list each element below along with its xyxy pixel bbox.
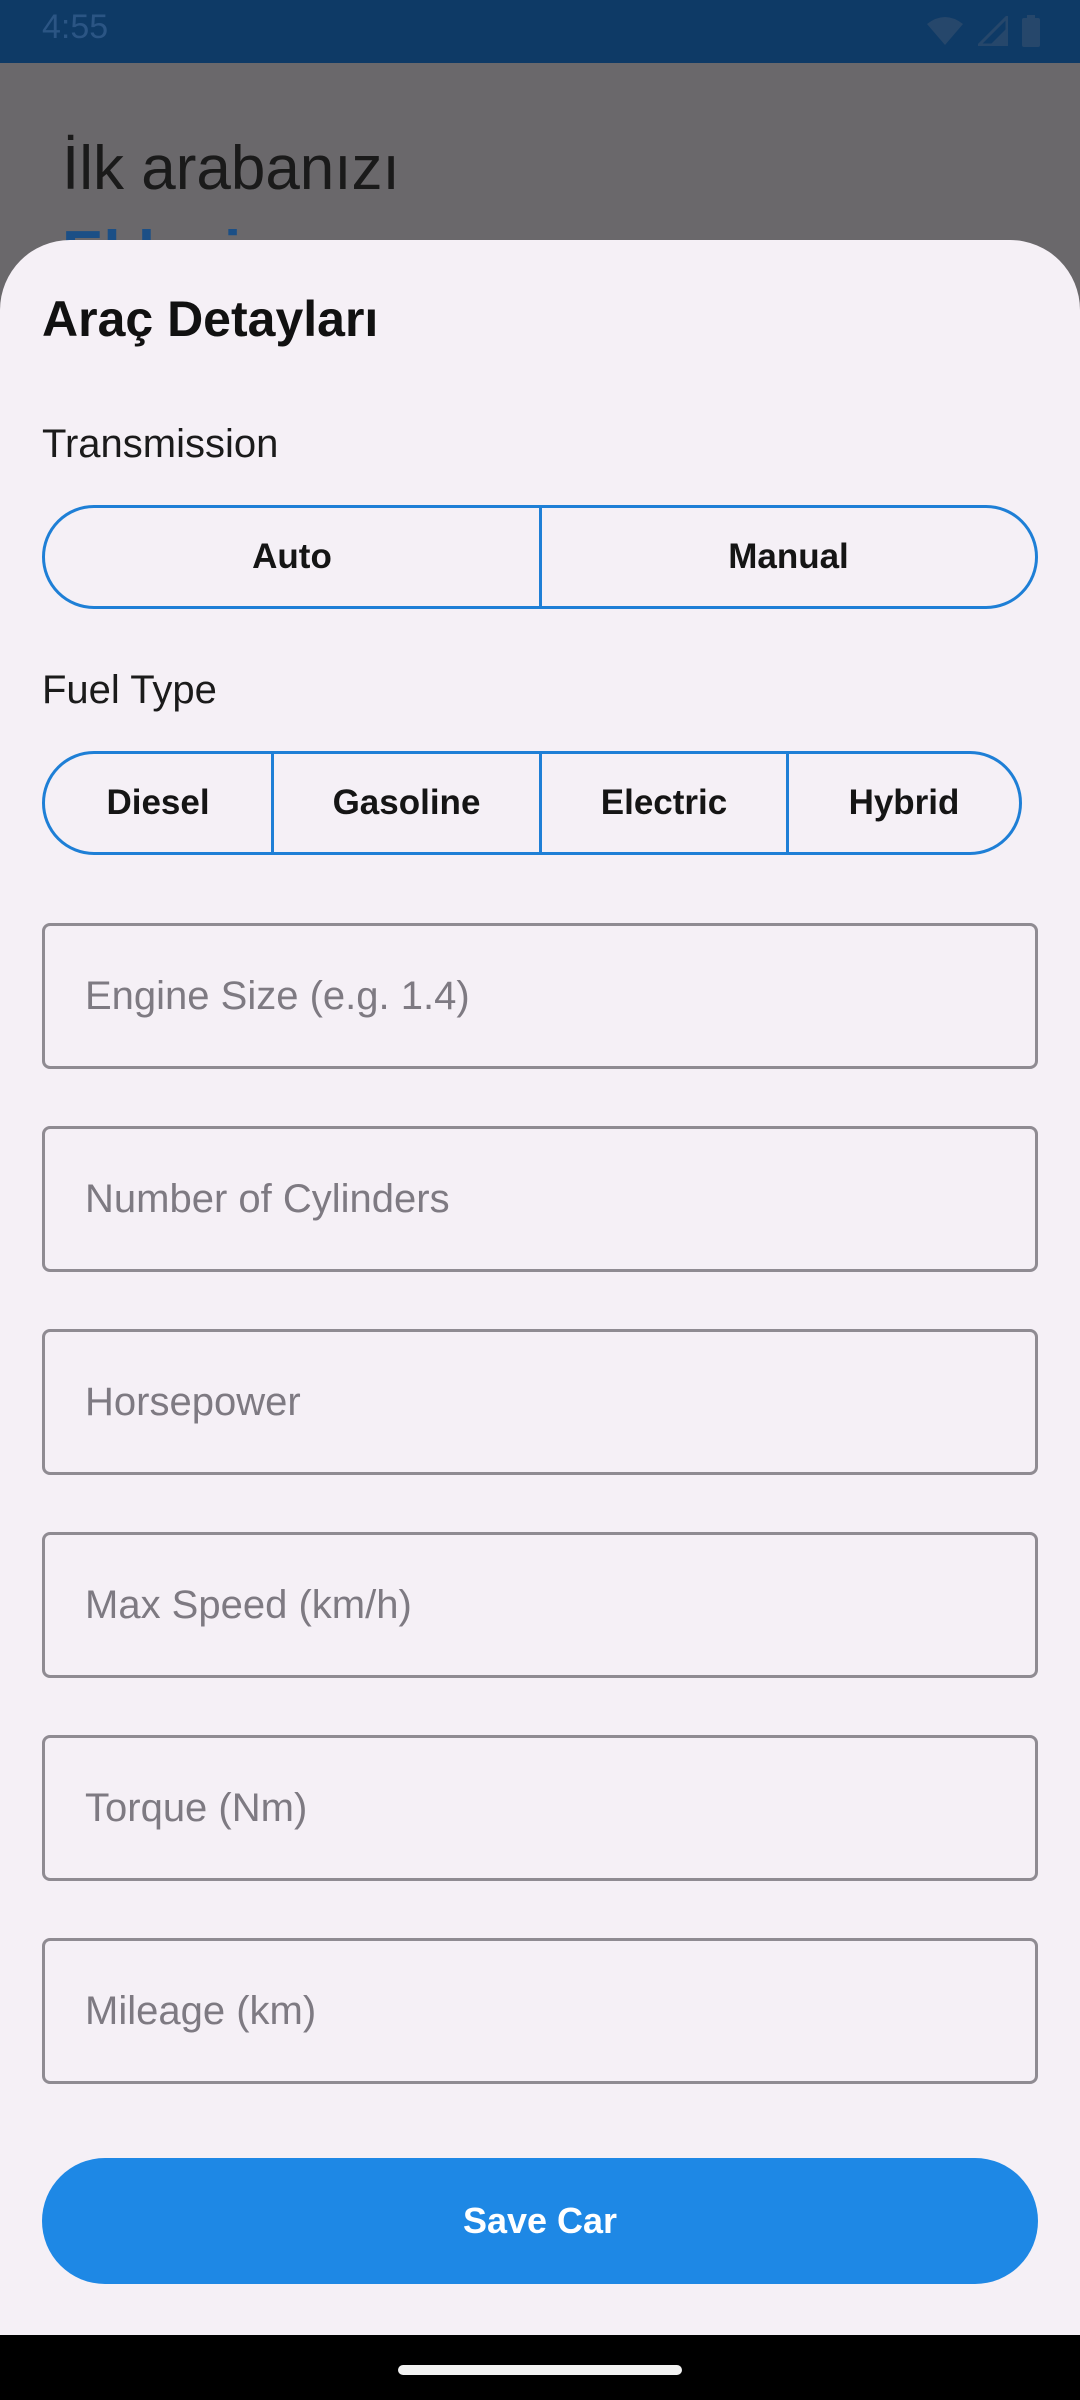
status-time: 4:55 (42, 8, 109, 46)
sheet-title: Araç Detayları (42, 291, 379, 347)
home-indicator[interactable] (398, 2365, 682, 2375)
battery-icon (1022, 15, 1040, 47)
status-bar: 4:55 (0, 0, 1080, 63)
transmission-label: Transmission (42, 422, 279, 466)
fuel-option-gasoline[interactable]: Gasoline (274, 754, 542, 852)
save-car-button[interactable]: Save Car (42, 2158, 1038, 2284)
fuel-option-hybrid[interactable]: Hybrid (789, 754, 1019, 852)
max-speed-input[interactable] (42, 1532, 1038, 1678)
transmission-option-auto[interactable]: Auto (45, 508, 542, 606)
horsepower-input[interactable] (42, 1329, 1038, 1475)
torque-input[interactable] (42, 1735, 1038, 1881)
signal-icon (978, 16, 1008, 46)
fuel-option-diesel[interactable]: Diesel (45, 754, 274, 852)
fuel-type-label: Fuel Type (42, 668, 217, 712)
fuel-type-selector: Diesel Gasoline Electric Hybrid (42, 751, 1022, 855)
mileage-input[interactable] (42, 1938, 1038, 2084)
navigation-bar (0, 2335, 1080, 2400)
status-icons (926, 14, 1040, 48)
fuel-option-electric[interactable]: Electric (542, 754, 789, 852)
cylinders-input[interactable] (42, 1126, 1038, 1272)
transmission-option-manual[interactable]: Manual (542, 508, 1035, 606)
engine-size-input[interactable] (42, 923, 1038, 1069)
wifi-icon (927, 17, 963, 45)
transmission-selector: Auto Manual (42, 505, 1038, 609)
background-greeting: İlk arabanızı (62, 134, 400, 203)
car-details-sheet: Araç Detayları Transmission Auto Manual … (0, 240, 1080, 2335)
